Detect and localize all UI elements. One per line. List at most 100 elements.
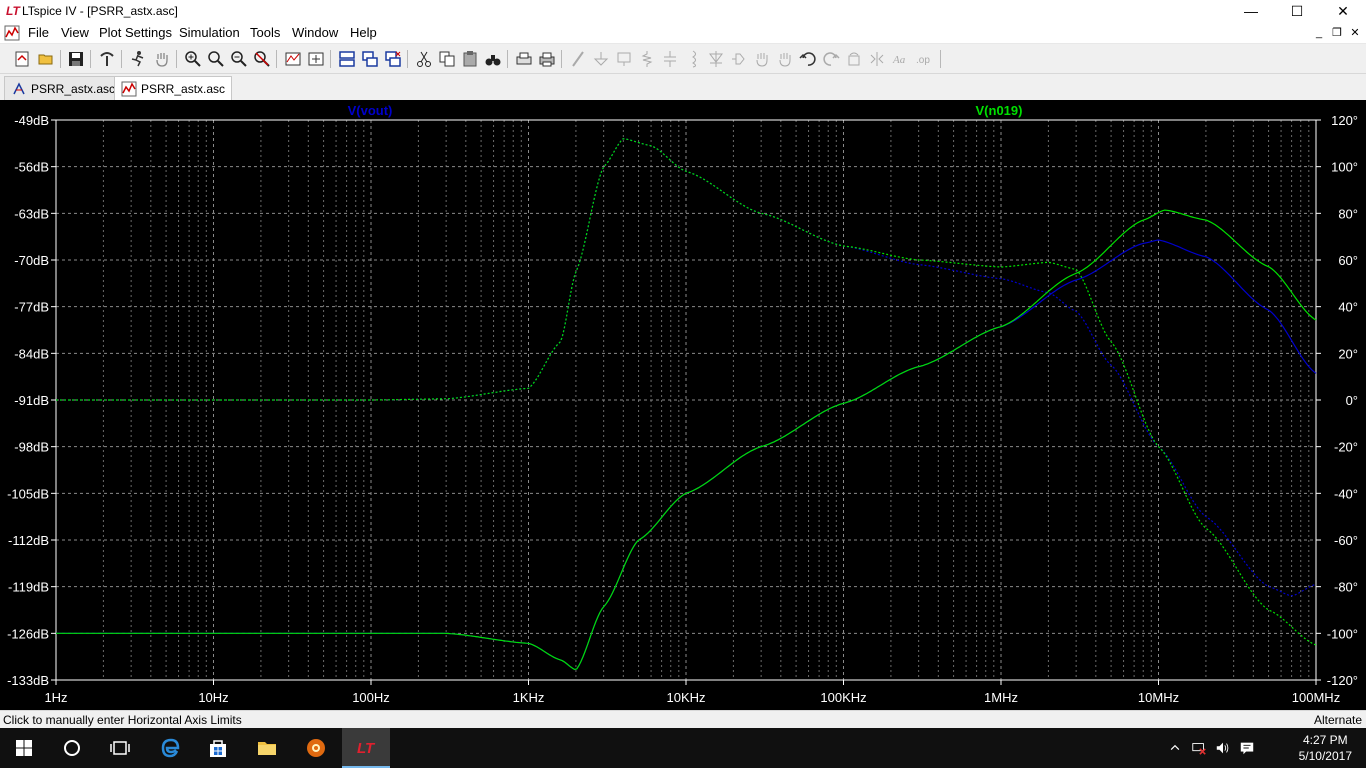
spice-directive-icon: .op — [913, 49, 933, 69]
rotate-icon — [844, 49, 864, 69]
y-axis-left[interactable]: -49dB -56dB -63dB -70dB -77dB -84dB -91dB -98dB… — [7, 113, 56, 688]
tab-schematic[interactable]: PSRR_astx.asc — [4, 76, 123, 100]
y-right-tick-label: 20° — [1338, 346, 1358, 361]
y-left-tick-label: -98dB — [14, 440, 49, 455]
edge-browser-button[interactable] — [146, 728, 194, 768]
chevron-up-icon[interactable] — [1166, 739, 1184, 757]
network-disconnected-icon[interactable] — [1190, 739, 1208, 757]
folder-icon — [258, 742, 276, 755]
file-explorer-button[interactable] — [243, 728, 291, 768]
store-button[interactable] — [194, 728, 242, 768]
x-tick-label: 10KHz — [666, 690, 705, 705]
plot-canvas[interactable]: -49dB -56dB -63dB -70dB -77dB -84dB -91dB -98dB… — [0, 100, 1366, 710]
menu-plot-settings[interactable]: Plot Settings — [99, 25, 172, 40]
close-all-windows-icon[interactable] — [383, 49, 403, 69]
x-tick-label: 100Hz — [352, 690, 390, 705]
y-right-tick-label: -60° — [1334, 533, 1358, 548]
menu-window[interactable]: Window — [292, 25, 338, 40]
xnview-button[interactable] — [292, 728, 340, 768]
y-right-tick-label: -100° — [1327, 626, 1358, 641]
x-axis[interactable]: 1Hz 10Hz 100Hz 1KHz 10KHz 100KHz 1MHz 10MHz 100M… — [44, 680, 1340, 705]
mdi-close-button[interactable]: ✕ — [1346, 25, 1364, 41]
maximize-button[interactable]: ☐ — [1274, 0, 1320, 22]
volume-icon[interactable] — [1214, 739, 1232, 757]
find-binoculars-icon[interactable] — [483, 49, 503, 69]
pan-hand-icon[interactable] — [152, 49, 172, 69]
diode-icon — [706, 49, 726, 69]
tile-horizontal-icon[interactable] — [337, 49, 357, 69]
ltspice-taskbar-button[interactable]: LT — [342, 728, 390, 768]
taskbar: LT 4:27 PM 5/10/2017 — [0, 728, 1366, 768]
menu-simulation[interactable]: Simulation — [179, 25, 240, 40]
y-left-tick-label: -70dB — [14, 253, 49, 268]
trace-label[interactable]: V(n019) — [976, 103, 1023, 118]
window-title: LTspice IV - [PSRR_astx.asc] — [22, 4, 178, 18]
start-button[interactable] — [0, 728, 48, 768]
notification-icon[interactable] — [1238, 739, 1256, 757]
zoom-cancel-icon[interactable] — [252, 49, 272, 69]
inductor-icon — [683, 49, 703, 69]
mdi-restore-button[interactable]: ❐ — [1328, 25, 1346, 41]
zoom-fit-icon[interactable] — [206, 49, 226, 69]
autorange-icon[interactable] — [283, 49, 303, 69]
cut-icon[interactable] — [414, 49, 434, 69]
y-left-tick-label: -105dB — [7, 486, 49, 501]
clock[interactable]: 4:27 PM 5/10/2017 — [1299, 732, 1352, 764]
zoom-out-icon[interactable] — [229, 49, 249, 69]
y-right-tick-label: 100° — [1331, 160, 1358, 175]
trace-legend[interactable]: V(vout) V(n019) — [348, 103, 1023, 118]
manual-limits-icon[interactable] — [306, 49, 326, 69]
x-tick-label: 1Hz — [44, 690, 67, 705]
copy-icon[interactable] — [437, 49, 457, 69]
print-icon[interactable] — [537, 49, 557, 69]
text-icon: Aa — [890, 49, 910, 69]
label-net-icon — [614, 49, 634, 69]
windows-logo-icon — [16, 740, 32, 756]
component-icon — [729, 49, 749, 69]
cascade-windows-icon[interactable] — [360, 49, 380, 69]
y-left-tick-label: -119dB — [8, 580, 49, 595]
svg-text:Aa: Aa — [892, 54, 906, 66]
x-tick-label: 100KHz — [820, 690, 866, 705]
menu-help[interactable]: Help — [350, 25, 377, 40]
tab-label: PSRR_astx.asc — [141, 82, 226, 96]
minimize-button[interactable]: — — [1228, 0, 1274, 22]
tab-waveform[interactable]: PSRR_astx.asc — [114, 76, 233, 101]
run-icon[interactable] — [128, 49, 148, 69]
y-right-tick-label: -80° — [1334, 580, 1358, 595]
y-right-tick-label: -40° — [1334, 486, 1358, 501]
close-button[interactable]: ✕ — [1320, 0, 1366, 22]
y-axis-right[interactable]: 120° 100° 80° 60° 40° 20° 0° -20° -40° -60° -80° -1… — [1316, 113, 1358, 688]
waveform-plot[interactable]: -49dB -56dB -63dB -70dB -77dB -84dB -91dB -98dB… — [0, 100, 1366, 710]
clock-time: 4:27 PM — [1302, 733, 1348, 747]
x-tick-label: 10MHz — [1138, 690, 1179, 705]
waveform-icon — [121, 81, 137, 97]
print-preview-icon[interactable] — [514, 49, 534, 69]
y-left-tick-label: -91dB — [14, 393, 49, 408]
trace-label[interactable]: V(vout) — [348, 103, 393, 118]
mirror-icon — [867, 49, 887, 69]
waveform-document-icon[interactable] — [4, 25, 20, 41]
search-circle-icon — [64, 740, 80, 756]
search-button[interactable] — [48, 728, 96, 768]
control-panel-icon[interactable] — [97, 49, 117, 69]
save-icon[interactable] — [66, 49, 86, 69]
open-folder-icon[interactable] — [36, 49, 56, 69]
schematic-icon — [13, 81, 25, 94]
menu-view[interactable]: View — [61, 25, 89, 40]
y-left-tick-label: -112dB — [8, 533, 49, 548]
paste-icon[interactable] — [460, 49, 480, 69]
redo-icon — [821, 49, 841, 69]
title-bar: LT LTspice IV - [PSRR_astx.asc] — ☐ ✕ — [0, 0, 1366, 22]
menu-file[interactable]: File — [28, 25, 49, 40]
y-right-tick-label: 80° — [1338, 206, 1358, 221]
app-flower-icon — [307, 739, 325, 757]
undo-icon[interactable] — [798, 49, 818, 69]
zoom-in-icon[interactable] — [183, 49, 203, 69]
menu-tools[interactable]: Tools — [250, 25, 280, 40]
mdi-minimize-button[interactable]: _ — [1310, 25, 1328, 41]
y-left-tick-label: -84dB — [14, 346, 49, 361]
new-schematic-icon[interactable] — [12, 49, 32, 69]
move-hand-icon — [752, 49, 772, 69]
task-view-button[interactable] — [96, 728, 144, 768]
